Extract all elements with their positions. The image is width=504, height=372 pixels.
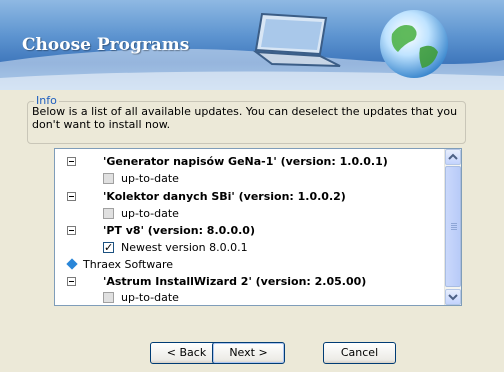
list-item[interactable]: 'Kolektor danych SBi' (version: 1.0.0.2) — [67, 188, 447, 205]
update-checkbox[interactable] — [103, 173, 114, 184]
header-banner: Choose Programs — [0, 0, 504, 90]
program-label: 'Generator napisów GeNa-1' (version: 1.0… — [103, 155, 388, 168]
scroll-up-button[interactable] — [445, 149, 461, 165]
scroll-grip — [451, 223, 457, 230]
update-label: up-to-date — [121, 172, 179, 185]
list-item[interactable]: 'Generator napisów GeNa-1' (version: 1.0… — [67, 153, 447, 170]
list-item[interactable]: 'PT v8' (version: 8.0.0.0) — [67, 222, 447, 239]
update-label: up-to-date — [121, 207, 179, 220]
page-title: Choose Programs — [22, 35, 190, 55]
scroll-down-button[interactable] — [445, 289, 461, 305]
vendor-label: Thraex Software — [83, 258, 174, 271]
vendor-diamond-icon — [66, 258, 78, 270]
collapse-node-icon[interactable] — [67, 157, 76, 166]
update-checkbox[interactable] — [103, 239, 114, 256]
list-item[interactable]: up-to-date — [103, 170, 403, 187]
scroll-up-arrow-icon — [448, 153, 458, 160]
info-groupbox: Info Below is a list of all available up… — [27, 94, 466, 144]
update-label: Newest version 8.0.0.1 — [121, 241, 248, 254]
program-label: 'Astrum InstallWizard 2' (version: 2.05.… — [103, 275, 367, 288]
collapse-node-icon[interactable] — [67, 226, 76, 235]
list-item[interactable]: 'Astrum InstallWizard 2' (version: 2.05.… — [67, 273, 447, 290]
program-label: 'PT v8' (version: 8.0.0.0) — [103, 224, 255, 237]
vendor-row: Thraex Software — [66, 256, 367, 273]
program-label: 'Kolektor danych SBi' (version: 1.0.0.2) — [103, 190, 346, 203]
scroll-thumb[interactable] — [445, 166, 461, 287]
globe-icon — [380, 10, 448, 78]
list-item[interactable]: up-to-date — [103, 289, 403, 305]
scroll-down-arrow-icon — [448, 294, 458, 301]
update-checkbox[interactable] — [103, 208, 114, 219]
update-checkbox[interactable] — [103, 292, 114, 303]
cancel-button[interactable]: Cancel — [323, 342, 396, 364]
update-label: up-to-date — [121, 291, 179, 304]
laptop-icon — [252, 12, 341, 67]
updates-list[interactable]: 'Generator napisów GeNa-1' (version: 1.0… — [54, 148, 462, 306]
list-item[interactable]: Newest version 8.0.0.1 — [103, 239, 403, 256]
vertical-scrollbar[interactable] — [444, 149, 461, 305]
list-item[interactable]: up-to-date — [103, 205, 403, 222]
collapse-node-icon[interactable] — [67, 192, 76, 201]
collapse-node-icon[interactable] — [67, 277, 76, 286]
info-description: Below is a list of all available updates… — [32, 105, 458, 131]
next-button[interactable]: Next > — [212, 342, 285, 364]
